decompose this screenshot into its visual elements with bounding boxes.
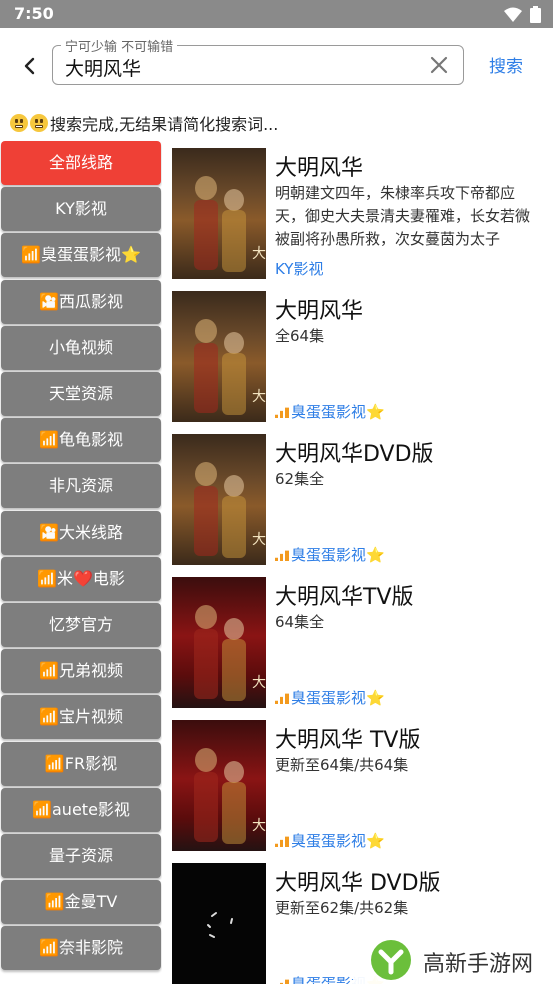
source-item[interactable]: 📶金曼TV — [1, 880, 161, 925]
signal-icon — [275, 836, 289, 847]
search-button[interactable]: 搜索 — [480, 54, 532, 80]
close-icon — [430, 56, 448, 74]
svg-text:大: 大 — [252, 389, 266, 405]
poster-art: 大 — [194, 605, 266, 701]
search-legend: 宁可少输 不可输错 — [61, 36, 178, 55]
source-item[interactable]: 量子资源 — [1, 834, 161, 878]
poster-art: 大 — [194, 748, 266, 844]
poster-image[interactable]: 大 — [172, 434, 266, 565]
source-item[interactable]: 📶米❤️电影 — [1, 556, 161, 601]
search-status-text: 搜索完成,无结果请简化搜索词... — [50, 115, 279, 134]
source-item[interactable]: 小龟视频 — [1, 325, 161, 370]
poster-art: 大 — [194, 462, 266, 558]
source-item[interactable]: 📶兄弟视频 — [1, 649, 161, 694]
result-source: 臭蛋蛋影视⭐ — [275, 544, 385, 565]
status-icons — [504, 6, 541, 23]
result-source-label: 臭蛋蛋影视⭐ — [291, 546, 385, 564]
search-header: 宁可少输 不可输错 大明风华 搜索 — [0, 28, 553, 106]
result-description: 明朝建文四年，朱棣率兵攻下帝都应天，御史大夫景清夫妻罹难，长女若微被副将孙愚所救… — [275, 184, 531, 248]
result-source-label: 臭蛋蛋影视⭐ — [291, 832, 385, 850]
battery-icon — [530, 6, 541, 23]
signal-icon — [275, 407, 289, 418]
source-item[interactable]: 天堂资源 — [1, 372, 161, 416]
result-source-label: 臭蛋蛋影视⭐ — [291, 689, 385, 707]
source-item[interactable]: 🎦大米线路 — [1, 510, 161, 555]
result-card[interactable]: 大 大明风华DVD版 62集全臭蛋蛋影视⭐ — [162, 424, 553, 567]
search-value[interactable]: 大明风华 — [65, 54, 141, 81]
result-source: 臭蛋蛋影视⭐ — [275, 401, 385, 422]
search-status: 搜索完成,无结果请简化搜索词... — [10, 110, 278, 136]
results-list: 大大明风华 明朝建文四年，朱棣率兵攻下帝都应天，御史大夫景清夫妻罹难，长女若微被副… — [162, 138, 553, 984]
svg-text:大: 大 — [252, 675, 266, 691]
poster-image[interactable]: 大 — [172, 577, 266, 708]
source-item[interactable]: 📶奈非影院 — [1, 926, 161, 971]
grimace-emoji-icon — [30, 114, 48, 132]
clear-button[interactable] — [429, 55, 449, 75]
poster-image[interactable]: 大 — [172, 720, 266, 851]
source-item[interactable]: 🎦西瓜影视 — [1, 279, 161, 324]
source-item[interactable]: KY影视 — [1, 187, 161, 232]
result-title[interactable]: 大明风华 — [275, 150, 363, 182]
poster-image[interactable]: 大 — [172, 291, 266, 422]
result-description: 64集全 — [275, 613, 325, 631]
watermark-logo-icon — [371, 940, 411, 980]
poster-art: 大 — [194, 319, 266, 415]
source-item[interactable]: 📶FR影视 — [1, 741, 161, 786]
result-card[interactable]: 大 大明风华全64集臭蛋蛋影视⭐ — [162, 281, 553, 424]
watermark: 高新手游网 — [353, 936, 553, 984]
loading-spinner-icon — [207, 912, 233, 938]
status-bar: 7:50 — [0, 0, 553, 28]
chevron-left-icon — [24, 57, 35, 75]
source-item[interactable]: 忆梦官方 — [1, 603, 161, 647]
svg-text:大: 大 — [252, 246, 266, 262]
source-item[interactable]: 全部线路 — [1, 141, 161, 185]
result-title[interactable]: 大明风华 TV版 — [275, 722, 420, 754]
result-title[interactable]: 大明风华DVD版 — [275, 436, 434, 468]
source-list: 全部线路 KY影视 📶臭蛋蛋影视⭐ 🎦西瓜影视 小龟视频 天堂资源 📶龟龟影视 非凡资源 🎦大米… — [0, 138, 162, 984]
source-item[interactable]: 非凡资源 — [1, 464, 161, 509]
source-item[interactable]: 📶臭蛋蛋影视⭐ — [1, 233, 161, 278]
result-source-label: 臭蛋蛋影视⭐ — [291, 403, 385, 421]
result-description: 更新至64集/共64集 — [275, 756, 409, 774]
status-time: 7:50 — [14, 4, 54, 23]
signal-icon — [275, 693, 289, 704]
watermark-text: 高新手游网 — [423, 952, 534, 977]
wifi-icon — [504, 7, 522, 22]
svg-text:大: 大 — [252, 818, 266, 834]
back-button[interactable] — [16, 52, 44, 80]
result-source-label: KY影视 — [275, 260, 324, 278]
poster-image[interactable]: 大 — [172, 148, 266, 279]
signal-icon — [275, 979, 289, 984]
poster-image[interactable] — [172, 863, 266, 984]
result-source: 臭蛋蛋影视⭐ — [275, 687, 385, 708]
result-source: 臭蛋蛋影视⭐ — [275, 830, 385, 851]
result-card[interactable]: 大 大明风华TV版 64集全臭蛋蛋影视⭐ — [162, 567, 553, 710]
result-title[interactable]: 大明风华 DVD版 — [275, 865, 441, 897]
source-item[interactable]: 📶宝片视频 — [1, 695, 161, 740]
svg-text:大: 大 — [252, 532, 266, 548]
result-title[interactable]: 大明风华 — [275, 293, 363, 325]
result-card[interactable]: 大 大明风华 TV版更新至64集/共64集臭蛋蛋影视⭐ — [162, 710, 553, 853]
grimace-emoji-icon — [10, 114, 28, 132]
result-description: 62集全 — [275, 470, 325, 488]
signal-icon — [275, 550, 289, 561]
source-item[interactable]: 📶auete影视 — [1, 787, 161, 832]
result-card[interactable]: 大 大明风华 明朝建文四年，朱棣率兵攻下帝都应天，御史大夫景清夫妻罹难，长女若微被副… — [162, 138, 553, 281]
result-source: KY影视 — [275, 258, 323, 279]
source-item[interactable]: 📶龟龟影视 — [1, 418, 161, 463]
search-input[interactable]: 宁可少输 不可输错 大明风华 — [52, 36, 464, 85]
result-description: 全64集 — [275, 327, 325, 345]
poster-art: 大 — [194, 176, 266, 272]
result-title[interactable]: 大明风华TV版 — [275, 579, 414, 611]
